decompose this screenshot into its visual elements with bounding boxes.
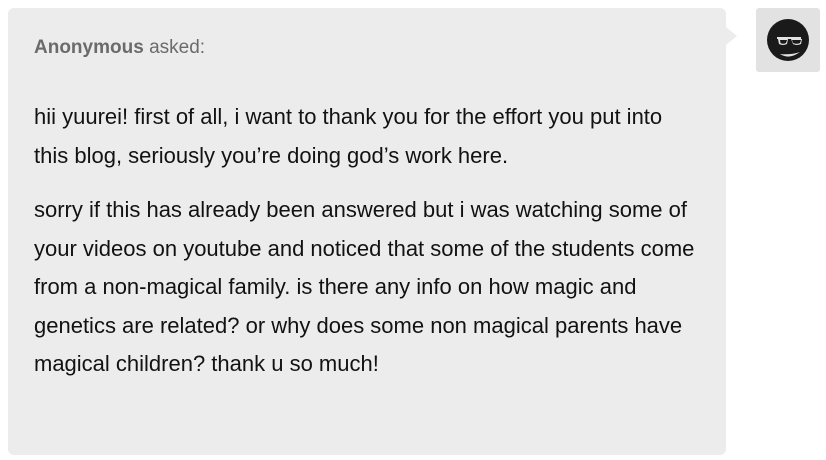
ask-paragraph-2: sorry if this has already been answered … [34,197,695,376]
ask-body: hii yuurei! first of all, i want to than… [34,98,700,384]
asker-verb: asked: [149,37,206,58]
sunglasses-face-icon [767,19,809,61]
asker-line: Anonymous asked: [34,36,700,60]
bubble-pointer [726,27,737,45]
ask-bubble: Anonymous asked: hii yuurei! first of al… [8,8,726,455]
ask-paragraph-1: hii yuurei! first of all, i want to than… [34,104,663,168]
asker-name[interactable]: Anonymous [34,37,144,58]
avatar[interactable] [756,8,820,72]
